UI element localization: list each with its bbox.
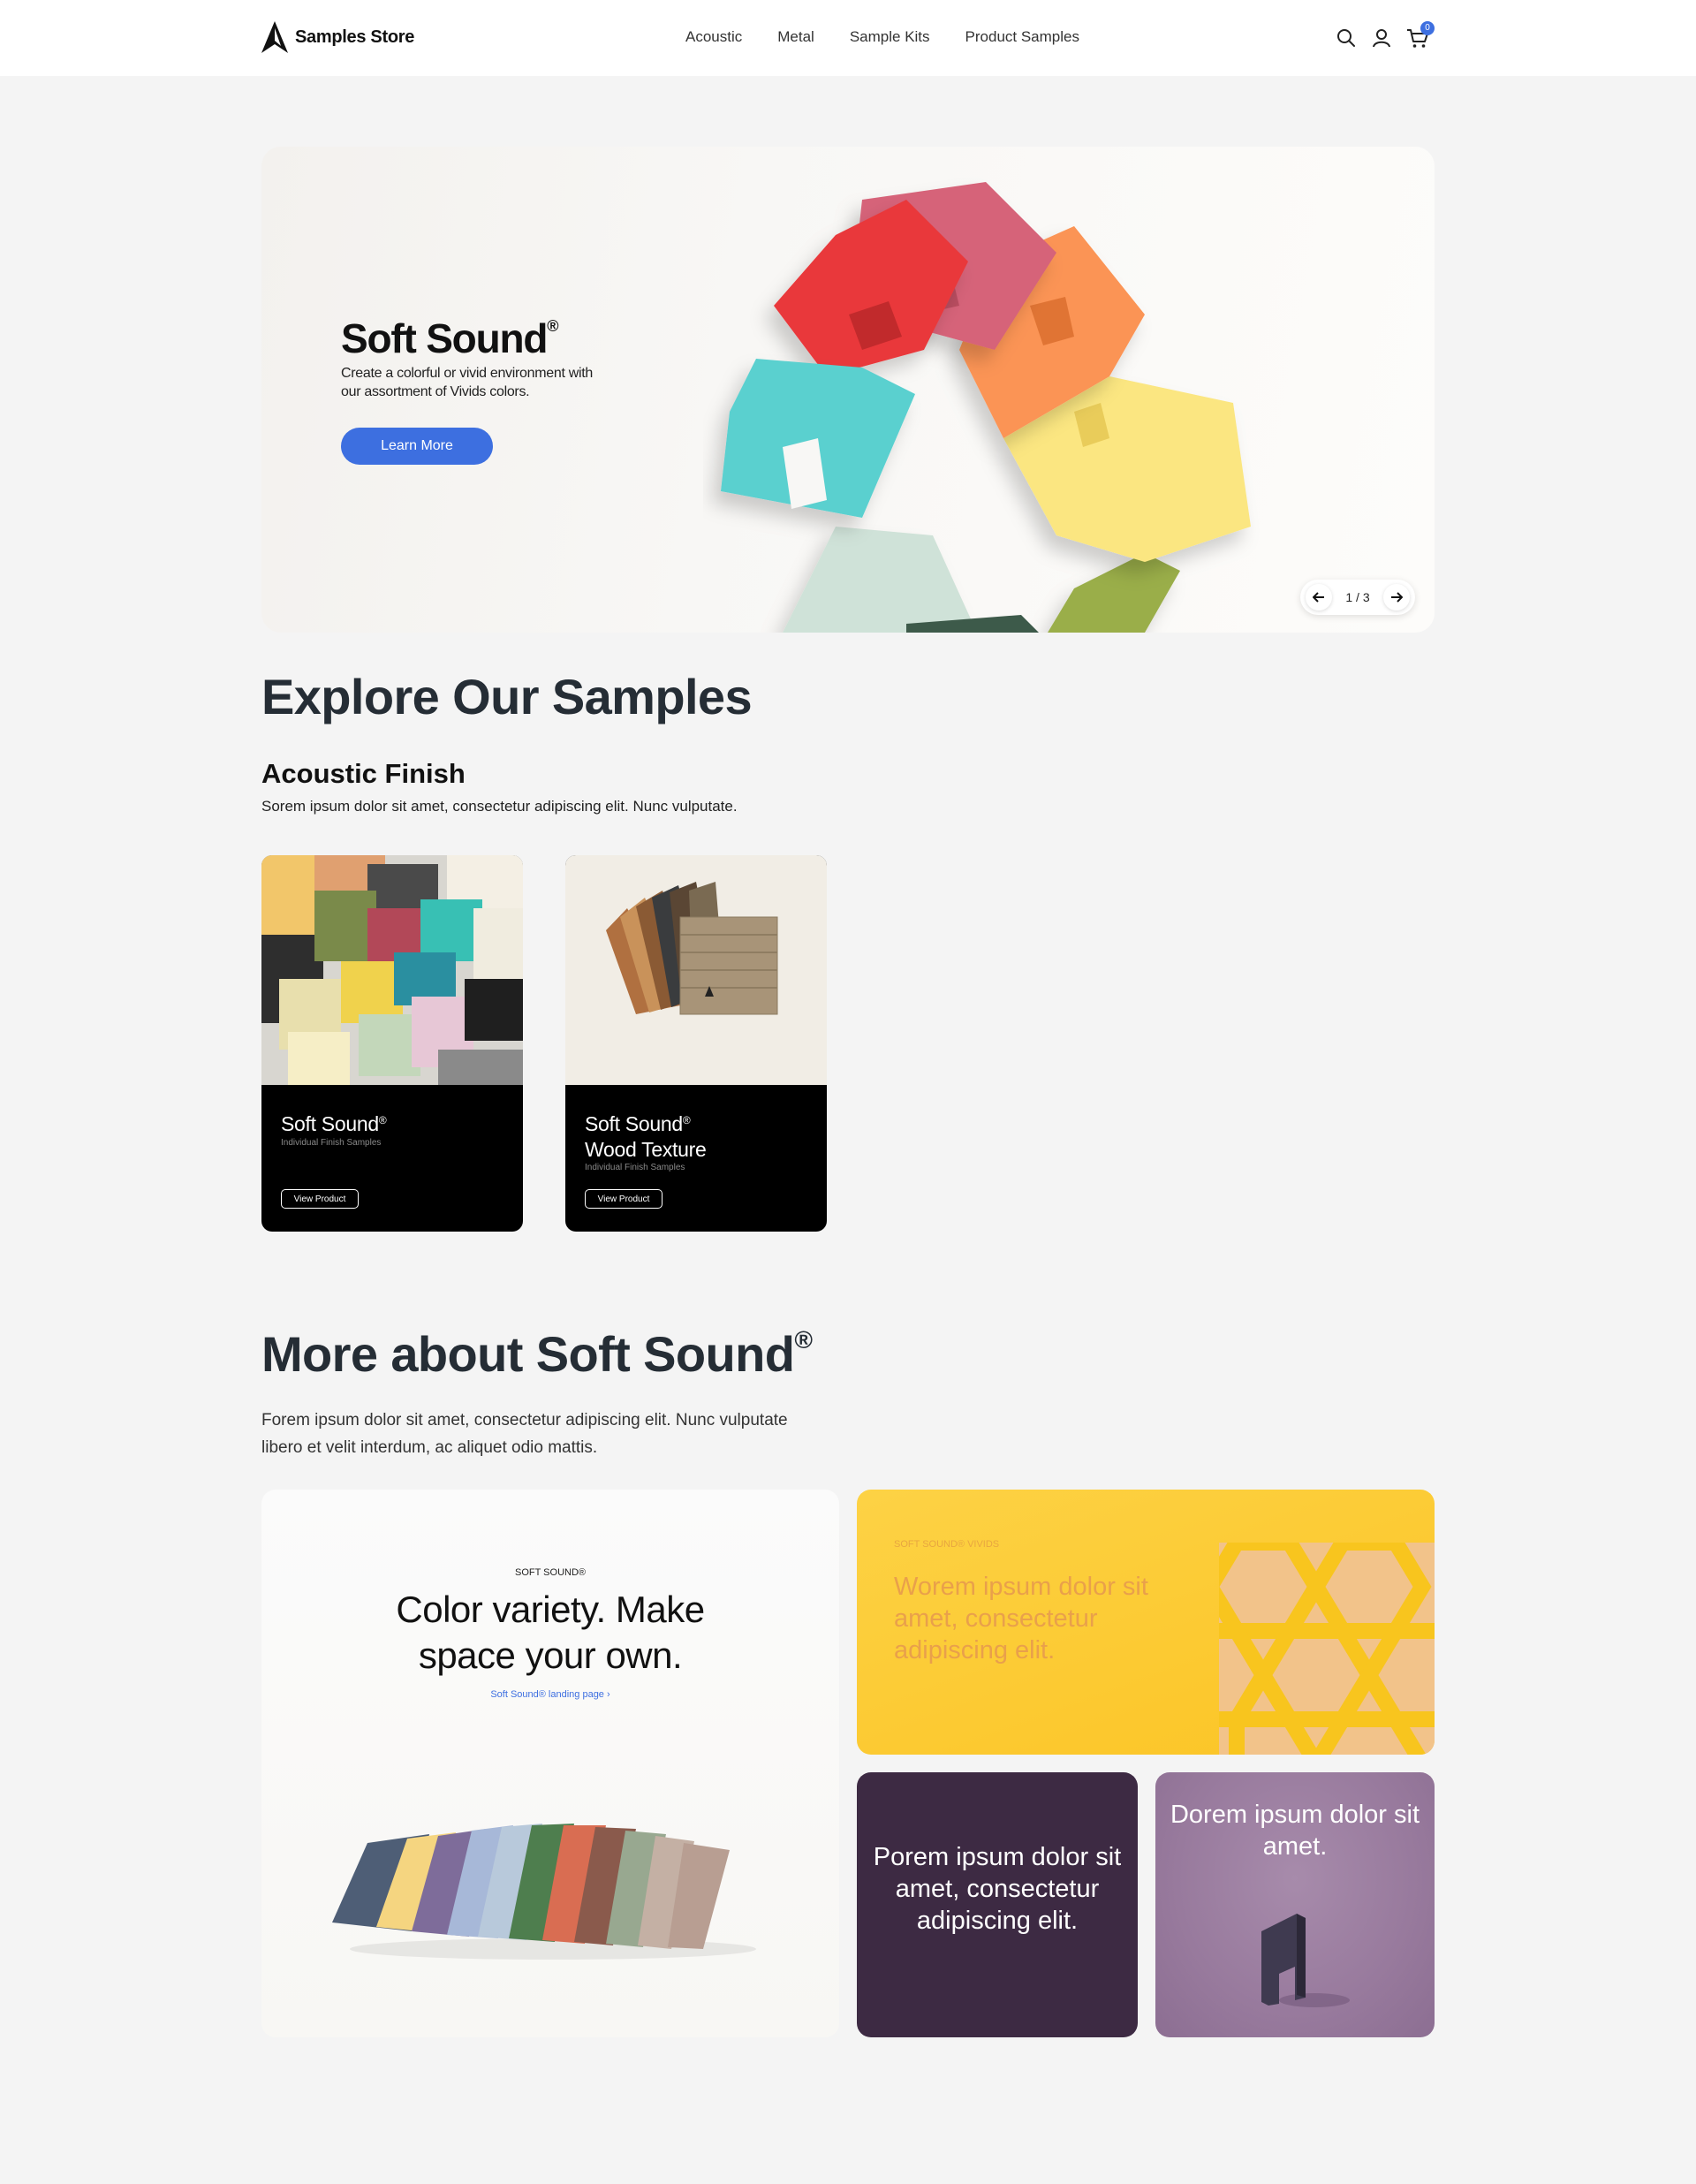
account-icon[interactable]: [1371, 27, 1392, 49]
header-actions: 0: [1336, 21, 1435, 49]
card-title: Soft Sound®: [281, 1108, 387, 1137]
more-about-heading-mark: ®: [794, 1326, 813, 1354]
card-title-mark: ®: [378, 1114, 387, 1126]
acoustic-finish-heading: Acoustic Finish: [261, 758, 466, 789]
view-product-button[interactable]: View Product: [585, 1189, 662, 1209]
search-icon[interactable]: [1336, 27, 1357, 49]
cart-count-badge: 0: [1420, 21, 1435, 35]
hero-banner: Soft Sound® Create a colorful or vivid e…: [261, 147, 1435, 633]
wood-texture-fan-image: [565, 855, 827, 1085]
felt-panel-stack-image: [332, 1824, 756, 1960]
nav-product-samples[interactable]: Product Samples: [965, 28, 1079, 46]
more-about-heading: More about Soft Sound®: [261, 1325, 813, 1383]
vivids-tile: SOFT SOUND® VIVIDS Worem ipsum dolor sit…: [857, 1490, 1435, 1755]
hero-title-text: Soft Sound: [341, 315, 548, 361]
hero-title-mark: ®: [547, 317, 558, 335]
soft-sound-swatches-image: [261, 855, 523, 1085]
tile-headline: Worem ipsum dolor sit amet, consectetur …: [894, 1573, 1148, 1665]
hexagon-panel-image: [1219, 1543, 1435, 1755]
learn-more-button[interactable]: Learn More: [341, 428, 493, 465]
card-title: Soft Sound® Wood Texture: [585, 1108, 707, 1163]
carousel-prev-button[interactable]: [1306, 584, 1332, 610]
card-tagline: Individual Finish Samples: [281, 1138, 382, 1148]
landing-page-link-text: Soft Sound® landing page: [490, 1689, 604, 1700]
tile-headline: Color variety. Make space your own.: [261, 1587, 839, 1679]
carousel-next-button[interactable]: [1383, 584, 1410, 610]
brand-logo[interactable]: Samples Store: [261, 21, 414, 53]
view-product-button[interactable]: View Product: [281, 1189, 359, 1209]
tile-headline-line2: space your own.: [418, 1634, 683, 1676]
cart-button[interactable]: 0: [1406, 21, 1435, 49]
arrow-right-icon: [1391, 592, 1403, 603]
hero-title: Soft Sound®: [341, 315, 559, 362]
arrow-left-icon: [1313, 592, 1324, 603]
brand-mark-icon: [261, 21, 288, 53]
chevron-right-icon: ›: [607, 1689, 610, 1700]
nav-metal[interactable]: Metal: [777, 28, 814, 46]
tile-headline: Dorem ipsum dolor sit amet.: [1170, 1801, 1420, 1861]
carousel-pager: 1 / 3: [1300, 580, 1415, 615]
color-variety-tile: SOFT SOUND® Color variety. Make space you…: [261, 1490, 839, 2037]
tile-kicker: SOFT SOUND® VIVIDS: [894, 1539, 1000, 1550]
more-about-heading-text: More about Soft Sound: [261, 1326, 795, 1382]
main-nav: Acoustic Metal Sample Kits Product Sampl…: [685, 28, 1079, 46]
tile-headline-line1: Color variety. Make: [396, 1589, 705, 1630]
product-card-soft-sound[interactable]: Soft Sound® Individual Finish Samples Vi…: [261, 855, 523, 1232]
landing-page-link[interactable]: Soft Sound® landing page ›: [261, 1689, 839, 1700]
brand-name: Samples Store: [295, 27, 415, 47]
carousel-position: 1 / 3: [1345, 590, 1370, 604]
hero-subtitle: Create a colorful or vivid environment w…: [341, 366, 594, 399]
card-title-line2: Wood Texture: [585, 1138, 707, 1161]
card-title-mark: ®: [682, 1114, 691, 1126]
nav-acoustic[interactable]: Acoustic: [685, 28, 742, 46]
card-title-line1: Soft Sound: [585, 1112, 683, 1135]
card-title-line1: Soft Sound: [281, 1112, 379, 1135]
explore-heading: Explore Our Samples: [261, 669, 753, 724]
tile-kicker: SOFT SOUND®: [514, 1567, 587, 1578]
tile-headline: Porem ipsum dolor sit amet, consectetur …: [873, 1843, 1122, 1935]
site-header: Samples Store Acoustic Metal Sample Kits…: [0, 0, 1696, 76]
card-tagline: Individual Finish Samples: [585, 1163, 685, 1172]
acoustic-finish-description: Sorem ipsum dolor sit amet, consectetur …: [261, 798, 738, 815]
purple-tile: Dorem ipsum dolor sit amet.: [1155, 1772, 1435, 2037]
nav-sample-kits[interactable]: Sample Kits: [850, 28, 930, 46]
plum-tile: Porem ipsum dolor sit amet, consectetur …: [857, 1772, 1138, 2037]
hero-felt-tiles-image: [721, 182, 1251, 633]
more-about-description: Forem ipsum dolor sit amet, consectetur …: [261, 1411, 788, 1457]
product-card-wood-texture[interactable]: Soft Sound® Wood Texture Individual Finis…: [565, 855, 827, 1232]
felt-sample-image: [1261, 1914, 1350, 2007]
